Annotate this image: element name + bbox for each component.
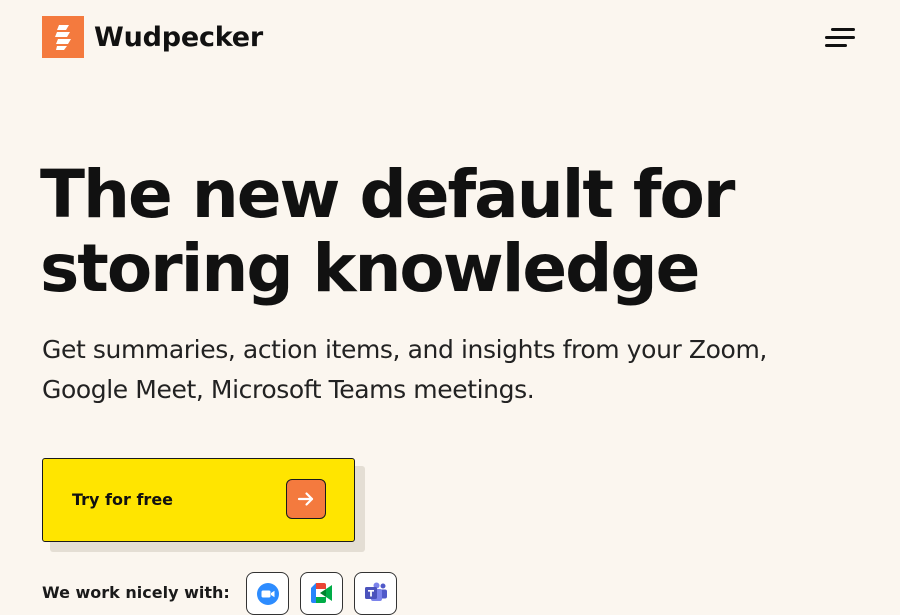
hamburger-menu-icon [825,28,855,47]
integrations-label: We work nicely with: [42,583,230,602]
hero-subtitle: Get summaries, action items, and insight… [42,330,862,410]
google-meet-integration[interactable] [300,572,343,615]
zoom-integration[interactable] [246,572,289,615]
microsoft-teams-icon [364,582,387,601]
hero-title-line-1: The new default for [40,156,735,233]
hero-subtitle-line-1: Get summaries, action items, and insight… [42,335,767,364]
brand-name: Wudpecker [94,21,264,53]
microsoft-teams-integration[interactable] [354,572,397,615]
hero-subtitle-line-2: Google Meet, Microsoft Teams meetings. [42,375,535,404]
arrow-right-icon [286,479,326,519]
hero-title: The new default for storing knowledge [40,158,860,306]
wudpecker-logo-icon [42,16,84,58]
google-meet-icon [310,583,332,603]
hero-title-line-2: storing knowledge [40,230,700,307]
cta-label: Try for free [72,490,174,509]
brand-logo[interactable]: Wudpecker [42,16,263,58]
try-for-free-button[interactable]: Try for free [42,458,355,542]
zoom-icon [256,583,279,605]
menu-button[interactable] [816,20,864,56]
